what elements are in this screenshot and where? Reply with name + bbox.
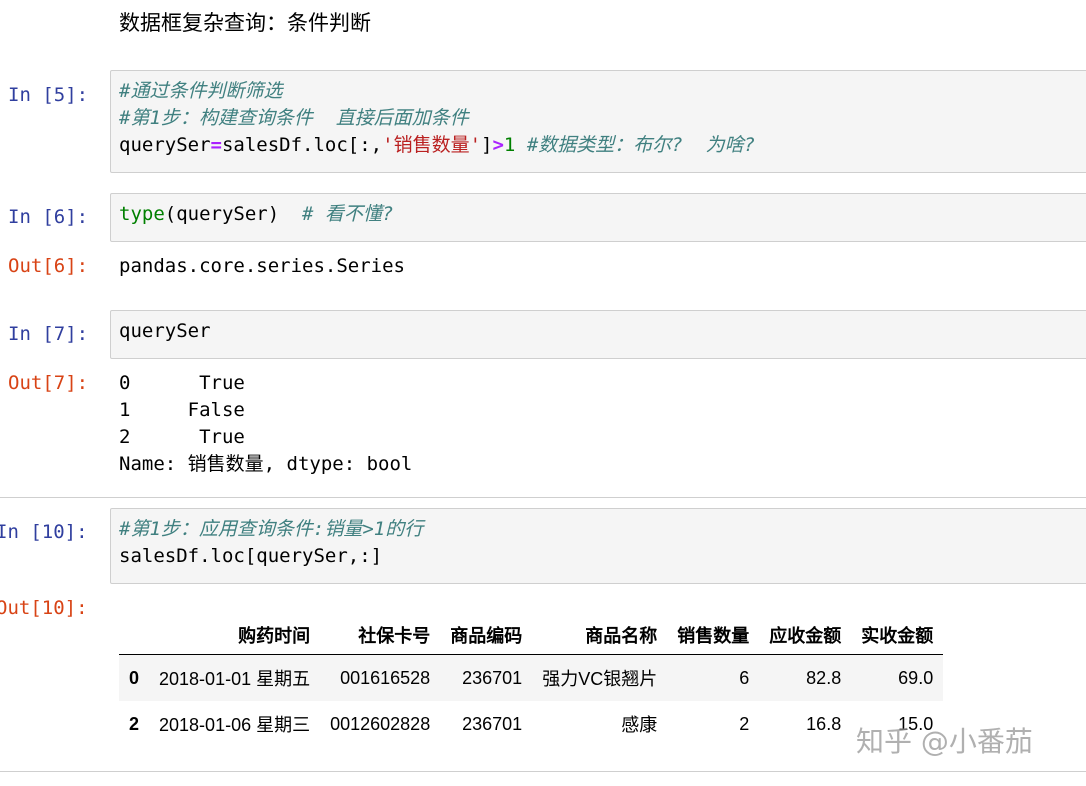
table-cell: 236701 bbox=[462, 667, 523, 688]
code-string: '销售数量' bbox=[382, 134, 482, 156]
markdown-heading: 数据框复杂查询：条件判断 bbox=[119, 11, 371, 35]
dataframe-table: 购药时间 社保卡号 商品编码 商品名称 销售数量 应收金额 实收金额 0 201… bbox=[119, 616, 944, 747]
code-args: (querySer) bbox=[164, 203, 303, 225]
in-prompt-10: In [10]: bbox=[0, 521, 88, 543]
table-cell: 6 bbox=[739, 667, 750, 688]
index-header bbox=[119, 616, 150, 655]
code-line: salesDf.loc[querySer,:] bbox=[119, 545, 383, 567]
code-cell-7[interactable]: querySer bbox=[110, 310, 1086, 359]
code-var: querySer bbox=[119, 134, 211, 156]
output-line: 0 True bbox=[119, 372, 245, 394]
code-comment: #数据类型：布尔? 为啥? bbox=[515, 134, 756, 156]
in-prompt-6: In [6]: bbox=[8, 206, 89, 228]
code-comment: # 看不懂? bbox=[302, 203, 394, 225]
cell-divider bbox=[0, 497, 1086, 498]
code-bracket: ] bbox=[481, 134, 493, 156]
table-cell: 2018-01-06 星期三 bbox=[159, 715, 311, 735]
out-prompt-6: Out[6]: bbox=[8, 255, 89, 277]
code-line: querySer bbox=[119, 320, 211, 342]
table-cell: 0012602828 bbox=[330, 713, 431, 734]
table-cell: 82.8 bbox=[806, 667, 842, 688]
table-cell: 感康 bbox=[621, 715, 658, 735]
code-operator: = bbox=[210, 134, 222, 156]
watermark: 知乎 @小番茄 bbox=[856, 725, 1033, 758]
code-expr: salesDf.loc[:, bbox=[221, 134, 383, 156]
output-line: Name: 销售数量, dtype: bool bbox=[119, 453, 413, 475]
column-header: 销售数量 bbox=[667, 616, 760, 655]
column-header: 商品编码 bbox=[440, 616, 533, 655]
table-cell: 强力VC银翘片 bbox=[542, 669, 658, 689]
in-prompt-7: In [7]: bbox=[8, 323, 89, 345]
output-text-6: pandas.core.series.Series bbox=[119, 255, 405, 277]
row-index: 0 bbox=[129, 667, 140, 688]
table-header-row: 购药时间 社保卡号 商品编码 商品名称 销售数量 应收金额 实收金额 bbox=[119, 616, 944, 655]
code-builtin: type bbox=[119, 203, 165, 225]
table-cell: 2018-01-01 星期五 bbox=[159, 669, 311, 689]
column-header: 商品名称 bbox=[532, 616, 668, 655]
table-cell: 001616528 bbox=[340, 667, 431, 688]
column-header: 应收金额 bbox=[759, 616, 852, 655]
code-cell-10[interactable]: #第1步：应用查询条件:销量>1的行 salesDf.loc[querySer,… bbox=[110, 508, 1086, 584]
in-prompt-5: In [5]: bbox=[8, 84, 89, 106]
code-comment: #通过条件判断筛选 bbox=[119, 80, 283, 102]
table-cell: 16.8 bbox=[806, 713, 842, 734]
cell-divider bbox=[0, 771, 1086, 772]
row-index: 2 bbox=[129, 713, 140, 734]
table-row: 0 2018-01-01 星期五 001616528 236701 强力VC银翘… bbox=[119, 654, 944, 701]
code-number: 1 bbox=[503, 134, 516, 156]
code-cell-5[interactable]: #通过条件判断筛选 #第1步：构建查询条件 直接后面加条件 querySer=s… bbox=[110, 70, 1086, 173]
table-row: 2 2018-01-06 星期三 0012602828 236701 感康 2 … bbox=[119, 701, 943, 747]
column-header: 社保卡号 bbox=[320, 616, 441, 655]
code-line: querySer=salesDf.loc[:,'销售数量']>1 #数据类型：布… bbox=[119, 132, 1086, 159]
code-cell-6[interactable]: type(querySer) # 看不懂? bbox=[110, 193, 1086, 242]
code-comment: #第1步：应用查询条件:销量>1的行 bbox=[119, 518, 424, 540]
output-line: 1 False bbox=[119, 399, 245, 421]
code-comment: #第1步：构建查询条件 直接后面加条件 bbox=[119, 107, 469, 129]
table-cell: 2 bbox=[739, 713, 750, 734]
code-line: type(querySer) # 看不懂? bbox=[119, 201, 1086, 228]
output-line: 2 True bbox=[119, 426, 245, 448]
output-block-7: 0 True 1 False 2 True Name: 销售数量, dtype:… bbox=[119, 370, 412, 478]
column-header: 购药时间 bbox=[149, 616, 321, 655]
out-prompt-7: Out[7]: bbox=[8, 372, 89, 394]
table-cell: 236701 bbox=[462, 713, 523, 734]
out-prompt-10: Out[10]: bbox=[0, 597, 88, 619]
column-header: 实收金额 bbox=[851, 616, 944, 655]
code-operator: > bbox=[492, 134, 504, 156]
table-cell: 69.0 bbox=[898, 667, 934, 688]
